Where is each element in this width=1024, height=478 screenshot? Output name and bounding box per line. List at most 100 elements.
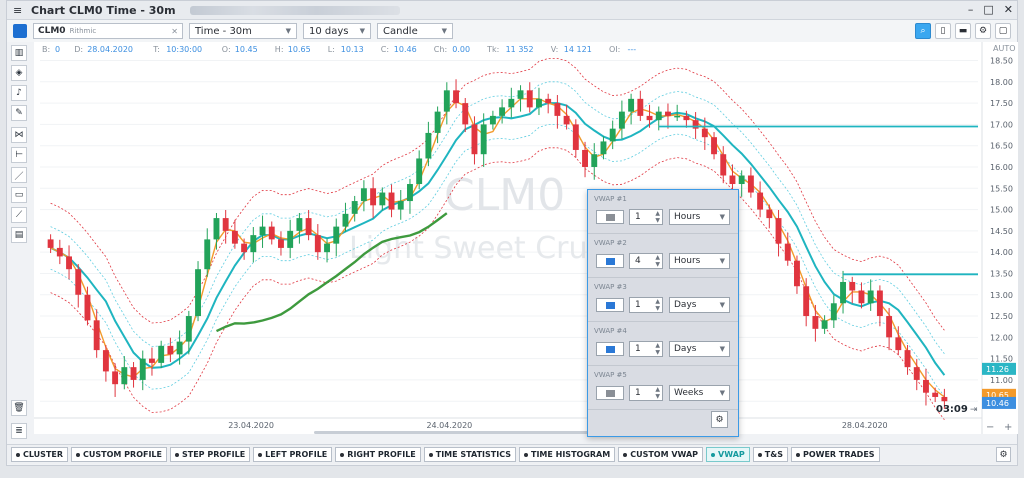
fib-icon[interactable]: ▤ bbox=[11, 227, 27, 243]
vwap-period-stepper[interactable]: 1 ▲ ▼ bbox=[629, 385, 663, 401]
tab-right-profile[interactable]: RIGHT PROFILE bbox=[335, 447, 421, 462]
stepper-arrows-icon[interactable]: ▲ ▼ bbox=[655, 342, 660, 356]
mouse-icon[interactable]: ▯ bbox=[935, 23, 951, 39]
indicator-icon[interactable]: ▥ bbox=[11, 45, 27, 61]
chevron-down-icon: ▼ bbox=[719, 213, 725, 221]
vwap-color-picker[interactable] bbox=[596, 254, 624, 268]
candle-body bbox=[489, 115, 496, 125]
candle-body bbox=[618, 111, 625, 129]
vwap-row: VWAP #2 4 ▲ ▼ Hours ▼ bbox=[588, 234, 738, 278]
stepper-arrows-icon[interactable]: ▲ ▼ bbox=[655, 298, 660, 312]
tab-cluster[interactable]: CLUSTER bbox=[11, 447, 69, 462]
vwap-unit-select[interactable]: Hours ▼ bbox=[669, 209, 730, 225]
chevron-down-icon: ▼ bbox=[719, 389, 725, 397]
horizontal-line-icon[interactable]: ⊢ bbox=[11, 147, 27, 163]
candle-body bbox=[351, 201, 358, 214]
vwap-color-picker[interactable] bbox=[596, 386, 624, 400]
tab-power-trades[interactable]: POWER TRADES bbox=[790, 447, 880, 462]
vwap-unit-select[interactable]: Days ▼ bbox=[669, 341, 730, 357]
scroll-right-icon[interactable]: ⇥ bbox=[970, 405, 978, 415]
alert-bell-icon[interactable]: ♪ bbox=[11, 85, 27, 101]
list-icon[interactable]: ≣ bbox=[11, 423, 27, 439]
stepper-arrows-icon[interactable]: ▲ ▼ bbox=[655, 386, 660, 400]
menu-icon[interactable]: ≡ bbox=[13, 4, 27, 17]
title-bar: ≡ Chart CLM0 Time - 30m – □ ✕ bbox=[7, 1, 1017, 20]
chevron-down-icon: ▼ bbox=[285, 27, 291, 35]
candle-body bbox=[554, 103, 561, 116]
pattern-icon[interactable]: ⋈ bbox=[11, 127, 27, 143]
minimize-icon[interactable]: – bbox=[968, 3, 974, 16]
vwap-period-stepper[interactable]: 1 ▲ ▼ bbox=[629, 341, 663, 357]
popup-gear-icon[interactable]: ⚙ bbox=[711, 411, 728, 428]
stepper-arrows-icon[interactable]: ▲ ▼ bbox=[655, 210, 660, 224]
tab-label: VWAP bbox=[718, 450, 745, 459]
timeframe-select[interactable]: Time - 30m ▼ bbox=[189, 23, 297, 39]
candle-countdown: 03:09 bbox=[936, 404, 968, 415]
layout-icon[interactable]: ▢ bbox=[995, 23, 1011, 39]
candle-body bbox=[582, 149, 588, 167]
maximize-icon[interactable]: □ bbox=[983, 3, 993, 16]
range-select[interactable]: 10 days ▼ bbox=[303, 23, 371, 39]
layers-icon[interactable]: ◈ bbox=[11, 65, 27, 81]
tab-time-statistics[interactable]: TIME STATISTICS bbox=[423, 447, 516, 462]
ruler-icon[interactable]: ⟋ bbox=[11, 207, 27, 223]
tab-time-histogram[interactable]: TIME HISTOGRAM bbox=[518, 447, 616, 462]
chevron-down-icon: ▼ bbox=[719, 257, 725, 265]
candle-body bbox=[130, 367, 137, 380]
zoom-out-icon[interactable]: − bbox=[986, 422, 994, 433]
info-value: 10:30:00 bbox=[166, 45, 202, 54]
candle-body bbox=[360, 188, 367, 202]
tab-custom-vwap[interactable]: CUSTOM VWAP bbox=[618, 447, 704, 462]
vwap-unit-select[interactable]: Weeks ▼ bbox=[669, 385, 730, 401]
vwap-unit-select[interactable]: Days ▼ bbox=[669, 297, 730, 313]
price-tick-label: 18.50 bbox=[990, 57, 1013, 66]
candle-body bbox=[886, 316, 893, 338]
candle-body bbox=[747, 175, 754, 193]
rectangle-icon[interactable]: ▭ bbox=[11, 187, 27, 203]
trend-line-icon[interactable]: ／ bbox=[11, 167, 27, 183]
pencil-icon[interactable]: ✎ bbox=[11, 105, 27, 121]
zoom-in-icon[interactable]: + bbox=[1004, 422, 1012, 433]
close-icon[interactable]: ✕ bbox=[1004, 3, 1013, 16]
trash-icon[interactable]: 🗑 bbox=[11, 400, 27, 416]
panel-settings-gear-icon[interactable]: ⚙ bbox=[996, 447, 1011, 462]
candle-body bbox=[407, 184, 413, 202]
unit-value: Weeks bbox=[674, 388, 704, 398]
vwap-period-stepper[interactable]: 1 ▲ ▼ bbox=[629, 209, 663, 225]
link-icon[interactable]: ▬ bbox=[955, 23, 971, 39]
tab-custom-profile[interactable]: CUSTOM PROFILE bbox=[71, 447, 167, 462]
gear-icon[interactable]: ⚙ bbox=[975, 23, 991, 39]
clear-icon[interactable]: ✕ bbox=[171, 27, 178, 36]
vwap-period-stepper[interactable]: 1 ▲ ▼ bbox=[629, 297, 663, 313]
symbol-input[interactable]: CLM0 Rithmic ✕ bbox=[33, 23, 183, 39]
tab-label: TIME HISTOGRAM bbox=[530, 450, 611, 459]
candle-body bbox=[268, 226, 275, 240]
search-icon[interactable]: ⌕ bbox=[915, 23, 931, 39]
vwap-row-label: VWAP #3 bbox=[594, 283, 627, 291]
price-tick-label: 13.50 bbox=[990, 269, 1013, 278]
vwap-color-picker[interactable] bbox=[596, 342, 624, 356]
vwap-color-picker[interactable] bbox=[596, 210, 624, 224]
stepper-arrows-icon[interactable]: ▲ ▼ bbox=[655, 254, 660, 268]
panel-toggle-icon[interactable] bbox=[13, 24, 27, 38]
chevron-down-icon: ▼ bbox=[719, 301, 725, 309]
tab-left-profile[interactable]: LEFT PROFILE bbox=[253, 447, 333, 462]
candle-body bbox=[701, 128, 708, 138]
chart-type-select[interactable]: Candle ▼ bbox=[377, 23, 453, 39]
vwap-period-stepper[interactable]: 4 ▲ ▼ bbox=[629, 253, 663, 269]
unit-value: Days bbox=[674, 300, 697, 310]
price-tick-label: 18.00 bbox=[990, 78, 1013, 87]
price-tick-label: 16.50 bbox=[990, 142, 1013, 151]
tab-step-profile[interactable]: STEP PROFILE bbox=[170, 447, 251, 462]
info-key: T: bbox=[152, 45, 160, 54]
tab-t-s[interactable]: T&S bbox=[752, 447, 788, 462]
info-key: L: bbox=[328, 45, 335, 54]
candle-body bbox=[425, 132, 432, 159]
candle-body bbox=[462, 103, 469, 125]
auto-scale-label[interactable]: AUTO bbox=[993, 44, 1016, 53]
price-chart[interactable]: CLM0 Light Sweet Cru B: 0 D: 28.04.2020 T: 10… bbox=[34, 42, 1018, 434]
vwap-color-picker[interactable] bbox=[596, 298, 624, 312]
vwap-unit-select[interactable]: Hours ▼ bbox=[669, 253, 730, 269]
chart-toolbar: CLM0 Rithmic ✕ Time - 30m ▼ 10 days ▼ Ca… bbox=[7, 20, 1017, 42]
tab-vwap[interactable]: VWAP bbox=[706, 447, 750, 462]
